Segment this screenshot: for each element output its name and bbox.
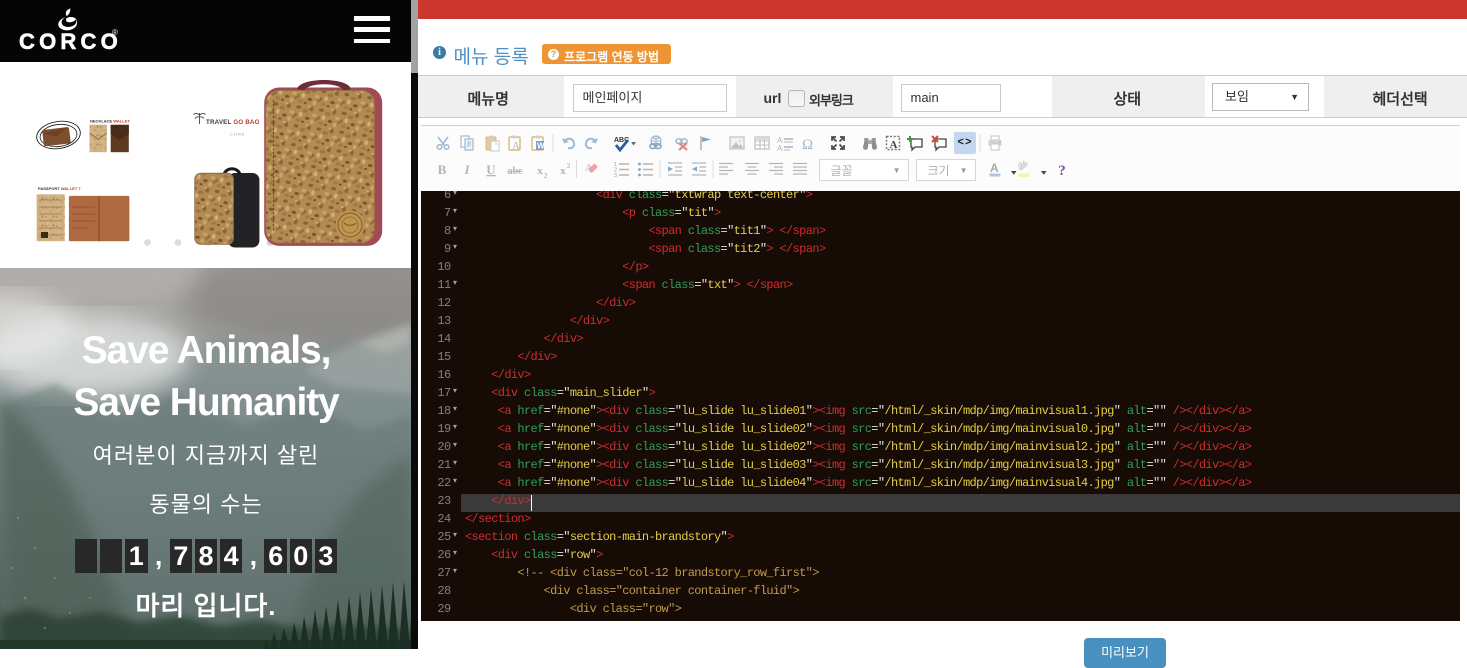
svg-text:abc: abc [508, 166, 524, 177]
svg-text:U: U [486, 162, 496, 177]
svg-text:A: A [512, 140, 520, 152]
svg-text:A: A [890, 139, 898, 151]
svg-text:B: B [438, 162, 447, 177]
svg-text:NECKLACE WALLET: NECKLACE WALLET [90, 119, 130, 124]
svg-text:3: 3 [614, 173, 617, 179]
svg-text:TRAVEL GO BAG: TRAVEL GO BAG [206, 119, 260, 126]
svg-text:Ω: Ω [802, 137, 813, 153]
svg-text:x: x [560, 165, 566, 177]
svg-text:x: x [537, 165, 543, 177]
svg-text:?: ? [1058, 163, 1066, 179]
svg-text:PASSPORT WALLET 7: PASSPORT WALLET 7 [38, 186, 81, 191]
svg-text:A: A [990, 161, 999, 175]
svg-text:CORK: CORK [230, 132, 246, 137]
svg-text:A: A [777, 144, 783, 153]
svg-text:2: 2 [544, 172, 548, 180]
svg-text:I: I [463, 162, 470, 177]
svg-text:2: 2 [567, 162, 571, 170]
svg-text:W: W [537, 142, 545, 151]
